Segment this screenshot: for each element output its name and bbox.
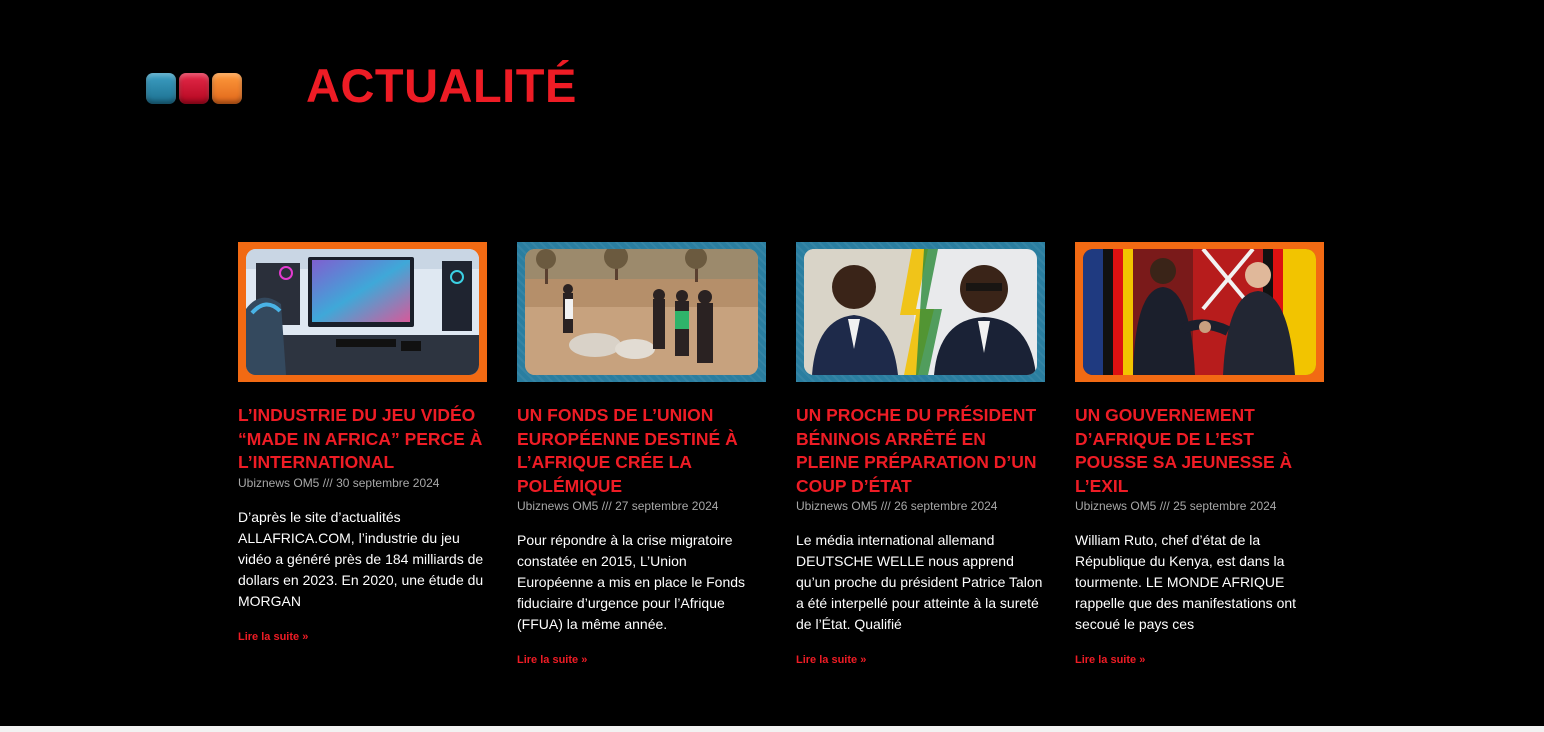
- handshake-leaders-image: [1083, 249, 1316, 375]
- articles-grid: L’INDUSTRIE DU JEU VIDÉO “MADE IN AFRICA…: [238, 242, 1324, 668]
- article-thumbnail[interactable]: [796, 242, 1045, 382]
- orange-dot-icon: [212, 73, 242, 104]
- article-thumbnail[interactable]: [517, 242, 766, 382]
- article-title[interactable]: UN FONDS DE L’UNION EUROPÉENNE DESTINÉ À…: [517, 404, 766, 498]
- article-card: UN PROCHE DU PRÉSIDENT BÉNINOIS ARRÊTÉ E…: [796, 242, 1045, 668]
- page-bottom-strip: [0, 726, 1544, 732]
- article-date: 27 septembre 2024: [615, 499, 719, 513]
- article-meta: Ubiznews OM5 /// 30 septembre 2024: [238, 476, 487, 491]
- article-meta: Ubiznews OM5 /// 26 septembre 2024: [796, 499, 1045, 514]
- article-excerpt: Le média international allemand DEUTSCHE…: [796, 532, 1043, 632]
- article-title[interactable]: UN PROCHE DU PRÉSIDENT BÉNINOIS ARRÊTÉ E…: [796, 404, 1045, 498]
- article-author: Ubiznews OM5: [796, 499, 878, 513]
- article-card: UN GOUVERNEMENT D’AFRIQUE DE L’EST POUSS…: [1075, 242, 1324, 668]
- section-title: ACTUALITÉ: [306, 59, 577, 112]
- article-date: 26 septembre 2024: [894, 499, 998, 513]
- read-more-link[interactable]: Lire la suite »: [796, 654, 866, 666]
- article-date: 25 septembre 2024: [1173, 499, 1277, 513]
- meta-separator: ///: [1159, 499, 1170, 513]
- article-excerpt: D’après le site d’actualités ALLAFRICA.C…: [238, 508, 484, 609]
- article-author: Ubiznews OM5: [517, 499, 599, 513]
- migrants-riverbank-image: [525, 249, 758, 375]
- read-more-link[interactable]: Lire la suite »: [517, 654, 587, 666]
- red-dot-icon: [179, 73, 209, 104]
- article-meta: Ubiznews OM5 /// 27 septembre 2024: [517, 499, 766, 514]
- article-thumbnail[interactable]: [238, 242, 487, 382]
- article-excerpt: Pour répondre à la crise migratoire cons…: [517, 532, 746, 632]
- article-date: 30 septembre 2024: [336, 475, 440, 490]
- article-title[interactable]: UN GOUVERNEMENT D’AFRIQUE DE L’EST POUSS…: [1075, 404, 1324, 498]
- article-author: Ubiznews OM5: [1075, 499, 1157, 513]
- blue-dot-icon: [146, 73, 176, 104]
- article-card: L’INDUSTRIE DU JEU VIDÉO “MADE IN AFRICA…: [238, 242, 487, 668]
- meta-separator: ///: [601, 499, 612, 513]
- section-header: ACTUALITÉ: [146, 62, 577, 109]
- read-more-link[interactable]: Lire la suite »: [238, 631, 308, 643]
- article-author: Ubiznews OM5: [238, 475, 320, 490]
- read-more-link[interactable]: Lire la suite »: [1075, 654, 1145, 666]
- two-politicians-portrait-image: [804, 249, 1037, 375]
- article-title[interactable]: L’INDUSTRIE DU JEU VIDÉO “MADE IN AFRICA…: [238, 404, 487, 475]
- article-thumbnail[interactable]: [1075, 242, 1324, 382]
- gaming-setup-image: [246, 249, 479, 375]
- article-meta: Ubiznews OM5 /// 25 septembre 2024: [1075, 499, 1324, 514]
- article-card: UN FONDS DE L’UNION EUROPÉENNE DESTINÉ À…: [517, 242, 766, 668]
- meta-separator: ///: [322, 475, 333, 490]
- article-excerpt: William Ruto, chef d’état de la Républiq…: [1075, 532, 1297, 632]
- section-logo-dots: [146, 73, 242, 104]
- meta-separator: ///: [880, 499, 891, 513]
